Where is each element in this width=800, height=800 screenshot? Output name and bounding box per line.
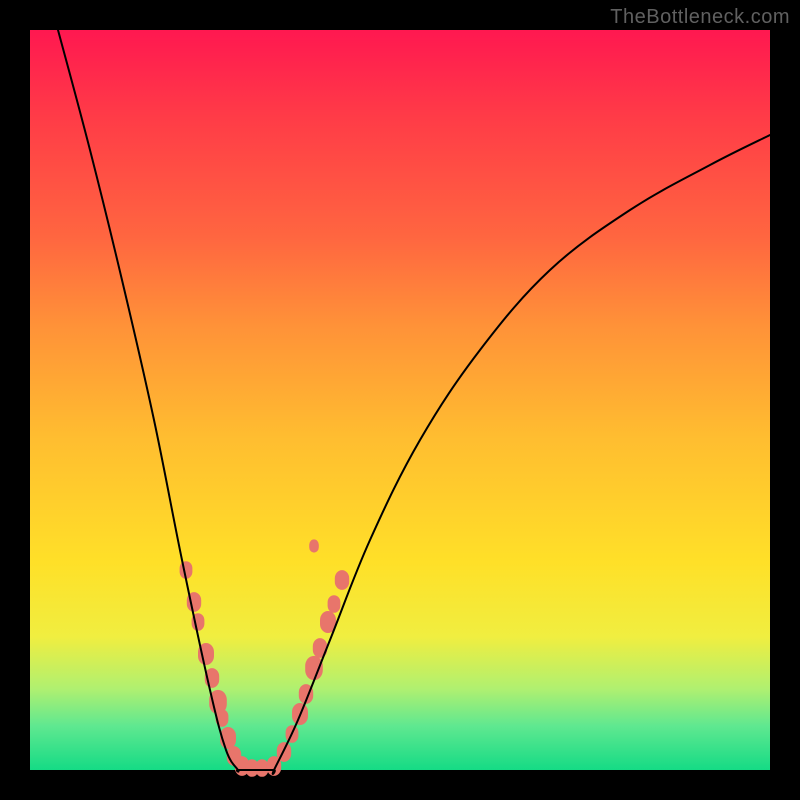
data-marker [256,759,269,777]
watermark-text: TheBottleneck.com [610,6,790,29]
data-marker [309,539,319,552]
data-marker [335,570,349,590]
data-marker [305,656,323,680]
bottleneck-chart [30,30,770,770]
bottleneck-curve [58,30,770,774]
data-marker [328,595,341,613]
